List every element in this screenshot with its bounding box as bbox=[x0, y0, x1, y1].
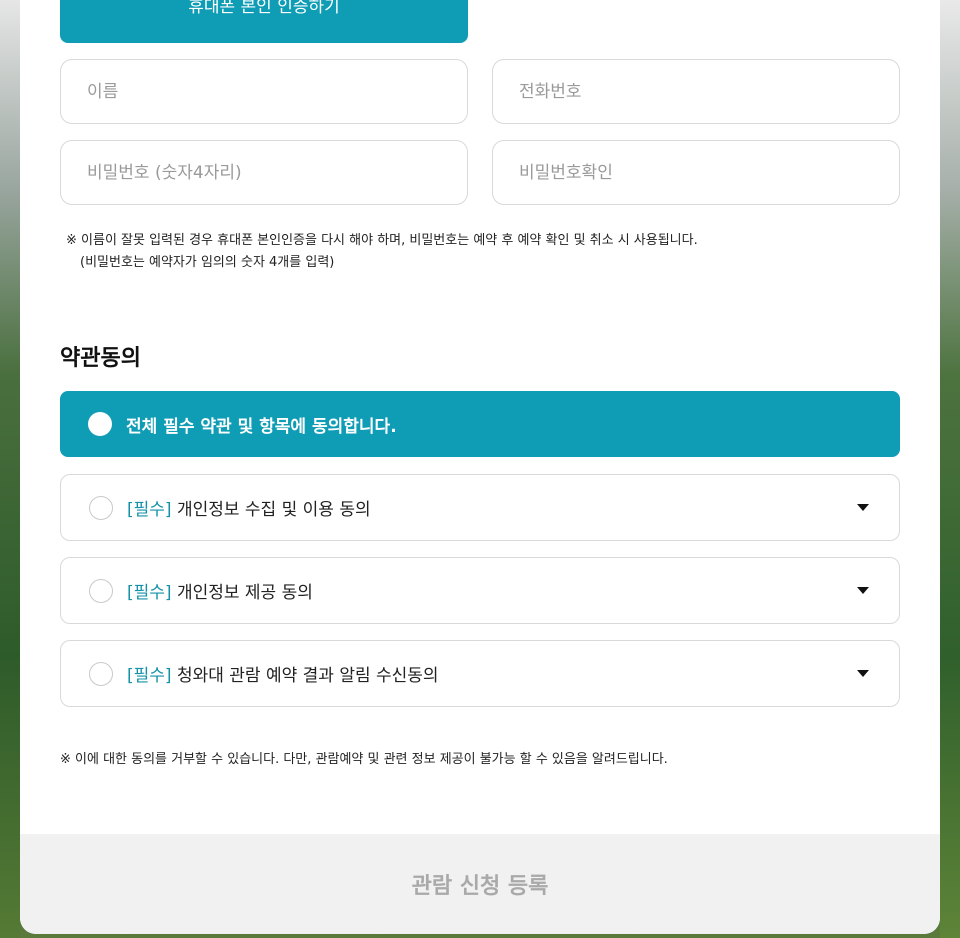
notice-line-1: ※ 이름이 잘못 입력된 경우 휴대폰 본인인증을 다시 해야 하며, 비밀번호… bbox=[66, 233, 698, 248]
notice-line-2: (비밀번호는 예약자가 임의의 숫자 4개를 입력) bbox=[80, 255, 335, 270]
terms-footnote: ※ 이에 대한 동의를 거부할 수 있습니다. 다만, 관람예약 및 관련 정보… bbox=[60, 752, 668, 767]
required-tag: [필수] bbox=[127, 583, 172, 603]
required-tag: [필수] bbox=[127, 666, 172, 686]
submit-reservation-button[interactable]: 관람 신청 등록 bbox=[20, 834, 940, 934]
caret-down-icon[interactable] bbox=[857, 504, 869, 511]
terms-item-label: 개인정보 제공 동의 bbox=[176, 583, 313, 603]
password-confirm-input[interactable] bbox=[492, 140, 900, 205]
reservation-form-card: 휴대폰 본인 인증하기 ※ 이름이 잘못 입력된 경우 휴대폰 본인인증을 다시… bbox=[20, 0, 940, 934]
radio-circle-icon bbox=[89, 661, 113, 686]
background-scenery-left bbox=[0, 0, 20, 938]
phone-verify-button[interactable]: 휴대폰 본인 인증하기 bbox=[60, 0, 468, 43]
terms-item-privacy-collection[interactable]: [필수] 개인정보 수집 및 이용 동의 bbox=[60, 474, 900, 541]
password-input[interactable] bbox=[60, 140, 468, 205]
agree-all-toggle[interactable]: 전체 필수 약관 및 항목에 동의합니다. bbox=[60, 391, 900, 457]
terms-item-notification[interactable]: [필수] 청와대 관람 예약 결과 알림 수신동의 bbox=[60, 640, 900, 707]
required-tag: [필수] bbox=[127, 500, 172, 520]
radio-circle-icon bbox=[89, 495, 113, 520]
terms-item-label: 개인정보 수집 및 이용 동의 bbox=[176, 500, 371, 520]
phone-input[interactable] bbox=[492, 59, 900, 124]
terms-item-text: [필수] 청와대 관람 예약 결과 알림 수신동의 bbox=[127, 661, 439, 686]
radio-circle-icon bbox=[88, 412, 112, 436]
terms-section-title: 약관동의 bbox=[60, 346, 141, 371]
terms-item-label: 청와대 관람 예약 결과 알림 수신동의 bbox=[176, 666, 439, 686]
caret-down-icon[interactable] bbox=[857, 587, 869, 594]
name-input[interactable] bbox=[60, 59, 468, 124]
agree-all-label: 전체 필수 약관 및 항목에 동의합니다. bbox=[126, 416, 397, 437]
background-scenery-right bbox=[940, 0, 960, 938]
terms-item-text: [필수] 개인정보 수집 및 이용 동의 bbox=[127, 495, 371, 520]
caret-down-icon[interactable] bbox=[857, 670, 869, 677]
terms-item-privacy-provision[interactable]: [필수] 개인정보 제공 동의 bbox=[60, 557, 900, 624]
input-notice: ※ 이름이 잘못 입력된 경우 휴대폰 본인인증을 다시 해야 하며, 비밀번호… bbox=[66, 230, 698, 274]
terms-item-text: [필수] 개인정보 제공 동의 bbox=[127, 578, 313, 603]
radio-circle-icon bbox=[89, 578, 113, 603]
